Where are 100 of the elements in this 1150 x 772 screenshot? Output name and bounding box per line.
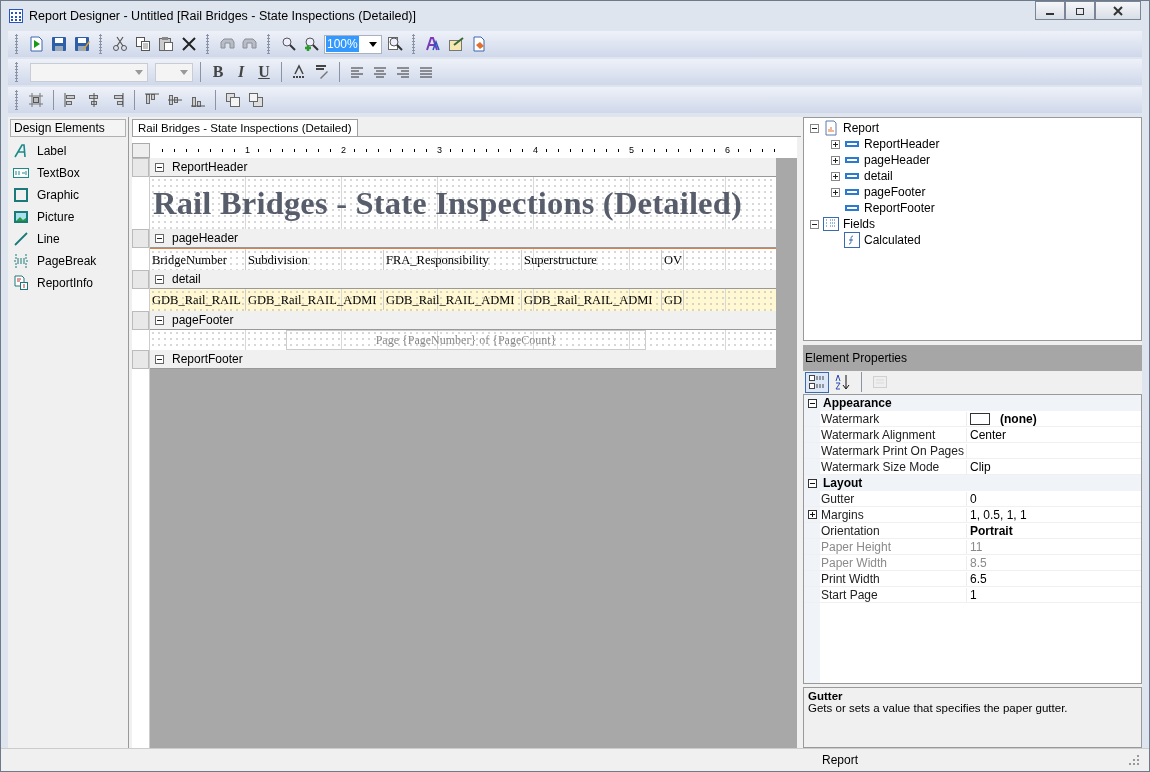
data-field[interactable]: GDB_Rail_RAIL_ADMI <box>246 290 384 310</box>
column-label[interactable]: Superstructure <box>522 249 662 270</box>
collapse-icon <box>155 315 164 325</box>
panel-header: Design Elements <box>10 119 126 137</box>
tree-item[interactable]: ReportFooter <box>804 200 1141 216</box>
property-value[interactable]: Clip <box>970 459 991 474</box>
collapse-icon[interactable] <box>810 219 819 229</box>
property-name: Watermark <box>820 411 967 426</box>
list-icon <box>823 216 839 232</box>
sort-az-icon <box>834 374 852 391</box>
resize-grip-icon <box>1129 755 1139 765</box>
collapse-icon[interactable] <box>808 478 817 488</box>
categorized-icon <box>808 374 826 391</box>
line-icon <box>13 231 29 247</box>
collapse-icon[interactable] <box>808 398 817 408</box>
report-title[interactable]: Rail Bridges - State Inspections (Detailed) <box>150 184 743 222</box>
tree-item[interactable]: pageFooter <box>804 184 1141 200</box>
tree-item[interactable]: detail <box>804 168 1141 184</box>
property-value[interactable]: 0 <box>970 491 977 506</box>
maximize-button[interactable] <box>1065 1 1095 20</box>
property-name: Start Page <box>820 587 967 602</box>
column-label[interactable]: OV <box>662 249 684 270</box>
collapse-icon <box>155 233 164 243</box>
square-icon <box>13 187 29 203</box>
close-icon <box>1113 5 1123 16</box>
textbox-icon <box>13 165 29 181</box>
dropdown-arrow-icon <box>369 41 377 47</box>
pen-stroke-icon <box>13 143 29 159</box>
design-element-item[interactable]: TextBox <box>8 162 128 184</box>
property-name: Paper Height <box>820 539 967 554</box>
panel-header: Element Properties <box>803 344 1142 371</box>
dropdown-arrow-icon <box>180 69 188 75</box>
description-text: Gets or sets a value that specifies the paper gutter. <box>808 701 1069 714</box>
design-element-item[interactable]: Label <box>8 140 128 162</box>
column-label[interactable]: Subdivision <box>246 249 384 270</box>
data-field[interactable]: GDB_Rail_RAIL_ADMI <box>384 290 522 310</box>
color-swatch <box>970 412 990 425</box>
dropdown-arrow-icon <box>135 69 143 75</box>
property-value[interactable]: 6.5 <box>970 571 987 586</box>
column-label[interactable]: FRA_Responsibility <box>384 249 522 270</box>
column-label[interactable]: BridgeNumber <box>150 249 246 270</box>
design-element-item[interactable]: Line <box>8 228 128 250</box>
page-break-icon <box>13 253 29 269</box>
design-element-item[interactable]: Graphic <box>8 184 128 206</box>
expand-icon[interactable] <box>831 139 840 149</box>
property-pages-icon <box>871 374 889 391</box>
tree-item[interactable]: Report <box>804 120 1141 136</box>
section-header[interactable]: ReportFooter <box>150 350 776 369</box>
property-value[interactable]: 1 <box>970 587 977 602</box>
maximize-icon <box>1075 5 1085 16</box>
section-header[interactable]: pageFooter <box>150 311 776 330</box>
property-value[interactable]: 1, 0.5, 1, 1 <box>970 507 1027 522</box>
property-name: Watermark Alignment <box>820 427 967 442</box>
property-name: Watermark Size Mode <box>820 459 967 474</box>
expand-icon[interactable] <box>831 187 840 197</box>
section-header[interactable]: ReportHeader <box>150 158 776 177</box>
category-header: Layout <box>823 476 863 491</box>
tree-item[interactable]: pageHeader <box>804 152 1141 168</box>
expand-icon[interactable] <box>831 171 840 181</box>
property-name: Orientation <box>820 523 967 538</box>
categorized-button[interactable] <box>805 371 829 393</box>
section-header[interactable]: detail <box>150 270 776 289</box>
data-field[interactable]: GDB_Rail_RAIL_ADMI <box>522 290 662 310</box>
bold-button[interactable]: B <box>208 61 228 83</box>
property-name: Print Width <box>820 571 967 586</box>
property-name: Watermark Print On Pages <box>820 443 967 458</box>
expand-icon[interactable] <box>831 155 840 165</box>
collapse-icon <box>155 162 164 172</box>
document-icon <box>823 120 839 136</box>
section-header[interactable]: pageHeader <box>150 229 776 248</box>
tree-item[interactable]: Fields <box>804 216 1141 232</box>
design-element-item[interactable]: Picture <box>8 206 128 228</box>
property-name: Paper Width <box>820 555 967 570</box>
data-field[interactable]: GDB_Rail_RAIL <box>150 290 246 310</box>
data-field[interactable]: GD <box>662 290 684 310</box>
ruler-corner <box>132 143 150 158</box>
collapse-icon <box>155 274 164 284</box>
italic-button[interactable]: I <box>231 61 251 83</box>
minimize-button[interactable] <box>1035 1 1065 20</box>
function-icon <box>844 232 860 248</box>
collapse-icon[interactable] <box>810 123 819 133</box>
tree-item[interactable]: ReportHeader <box>804 136 1141 152</box>
close-button[interactable] <box>1095 1 1141 20</box>
property-value[interactable]: Portrait <box>970 523 1013 538</box>
expand-icon[interactable] <box>807 510 817 520</box>
page-number-field[interactable]: Page {PageNumber} of {PageCount} <box>286 330 646 350</box>
app-icon <box>9 9 23 23</box>
description-title: Gutter <box>808 689 844 702</box>
collapse-icon <box>155 354 164 364</box>
document-tab[interactable]: Rail Bridges - State Inspections (Detailed) <box>132 119 358 136</box>
tree-item[interactable]: Calculated <box>804 232 1141 248</box>
window-title: Report Designer - Untitled [Rail Bridges - State Inspections (Detailed)] <box>29 9 416 23</box>
property-name: Margins <box>820 507 967 522</box>
property-value[interactable]: (none) <box>1000 411 1037 426</box>
category-header: Appearance <box>823 396 892 411</box>
property-value[interactable]: Center <box>970 427 1007 442</box>
underline-button[interactable]: U <box>254 61 274 83</box>
design-element-item[interactable]: PageBreak <box>8 250 128 272</box>
image-icon <box>13 209 29 225</box>
design-element-item[interactable]: ReportInfo <box>8 272 128 294</box>
